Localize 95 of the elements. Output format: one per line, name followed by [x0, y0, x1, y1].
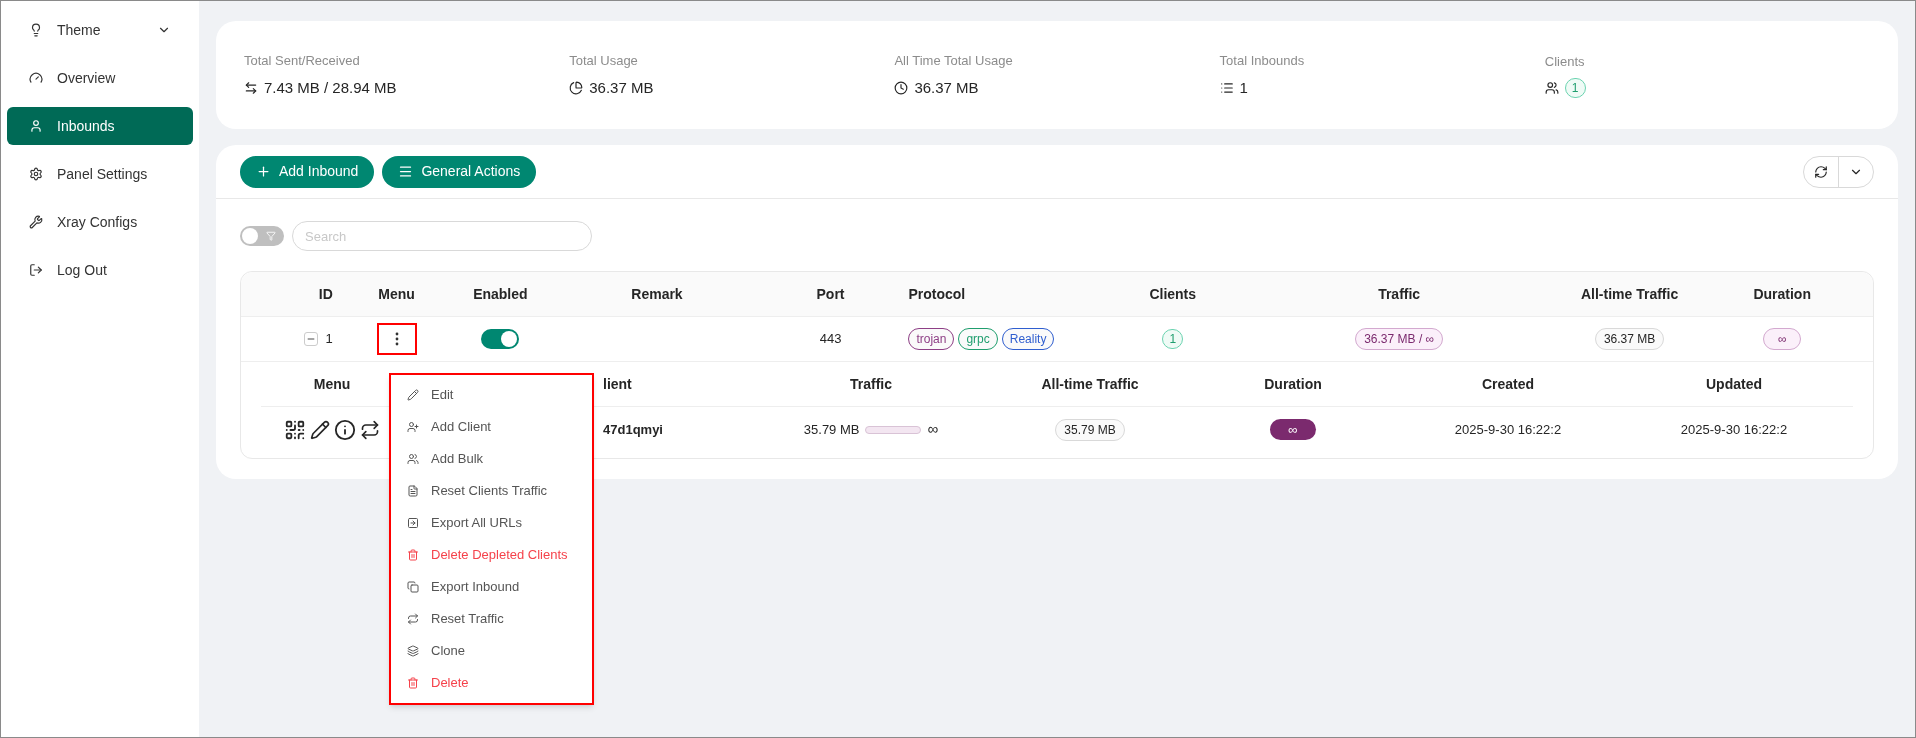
stat-value: 36.37 MB — [914, 77, 979, 98]
column-header: Updated — [1706, 374, 1762, 394]
column-header: Remark — [631, 284, 683, 304]
column-header: Created — [1481, 374, 1535, 394]
menu-item[interactable]: Delete Depleted Clients — [391, 539, 592, 571]
protocol-tag: Reality — [1001, 328, 1055, 350]
column-header: Clients — [1149, 284, 1197, 304]
stat-label: Total Usage — [569, 52, 639, 70]
protocol-tag: trojan — [908, 328, 955, 350]
column-header: ID — [318, 284, 333, 304]
sidebar-icon — [29, 71, 43, 85]
client-name: 47d1qmyi — [603, 420, 663, 439]
stat-label: Total Sent/Received — [244, 52, 361, 70]
menu-item[interactable]: Delete — [391, 667, 592, 699]
stat-icon — [569, 80, 584, 95]
sidebar-icon — [29, 263, 43, 277]
menu-item-icon — [407, 517, 419, 529]
refresh-icon — [1814, 164, 1828, 179]
menu-item[interactable]: Clone — [391, 635, 592, 667]
stat-icon — [1219, 80, 1234, 95]
table-cell-text: 35.79 MB — [803, 420, 860, 439]
sidebar-icon — [29, 215, 43, 229]
stat-label: Clients — [1544, 53, 1586, 72]
sidebar-item[interactable]: Xray Configs — [7, 203, 193, 241]
menu-item-icon — [407, 389, 419, 401]
column-header: Duration — [1753, 284, 1811, 304]
filter-switch[interactable] — [240, 226, 284, 246]
column-header: Protocol — [908, 284, 966, 304]
toolbar-button[interactable]: Add Inbound — [240, 155, 375, 188]
client-count: 1 — [1162, 329, 1184, 349]
client-count: 1 — [1564, 77, 1586, 98]
menu-item-icon — [407, 453, 419, 465]
sidebar-item[interactable]: Overview — [7, 59, 193, 97]
protocol-tag: grpc — [958, 328, 998, 350]
traffic-tag: 36.37 MB — [1594, 328, 1665, 350]
menu-item[interactable]: Reset Clients Traffic — [391, 475, 592, 507]
more-icon — [394, 332, 399, 346]
menu-icon — [398, 164, 414, 179]
traffic-tag: 36.37 MB / ∞ — [1355, 328, 1444, 350]
menu-item-icon — [407, 549, 419, 561]
column-header: Menu — [378, 284, 415, 304]
sidebar-item[interactable]: Log Out — [7, 251, 193, 289]
collapse-toggle[interactable] — [303, 332, 318, 346]
menu-item-icon — [407, 677, 419, 689]
sidebar-icon — [29, 167, 43, 181]
info-icon — [334, 418, 356, 441]
duration-tag: ∞ — [1762, 328, 1802, 350]
stat-value: 36.37 MB — [589, 77, 654, 98]
plus-icon — [256, 164, 271, 179]
traffic-tag: 35.79 MB — [1055, 418, 1125, 441]
column-header: All-time Traffic — [1580, 284, 1679, 304]
sidebar-icon — [29, 23, 43, 37]
sidebar-icon — [29, 119, 43, 133]
column-header: Menu — [313, 374, 351, 394]
menu-item-icon — [407, 645, 419, 657]
table-cell-text: 2025-9-30 16:22:2 — [1680, 420, 1788, 439]
sidebar-item[interactable]: Theme — [7, 11, 193, 49]
stat-icon — [1544, 80, 1559, 95]
column-header: Traffic — [1378, 284, 1421, 304]
table-cell-text: 443 — [819, 330, 842, 349]
menu-item[interactable]: Export Inbound — [391, 571, 592, 603]
duration-tag: ∞ — [1270, 418, 1316, 441]
menu-item[interactable]: Reset Traffic — [391, 603, 592, 635]
column-header: Enabled — [473, 284, 528, 304]
menu-item[interactable]: Add Bulk — [391, 443, 592, 475]
menu-item-icon — [407, 581, 419, 593]
table-cell-text: ∞ — [927, 419, 939, 440]
filter-icon — [266, 231, 276, 241]
column-header: Traffic — [850, 374, 892, 394]
menu-item[interactable]: Export All URLs — [391, 507, 592, 539]
column-header: Port — [816, 284, 845, 304]
row-menu-button[interactable] — [376, 323, 417, 355]
sidebar-item[interactable]: Panel Settings — [7, 155, 193, 193]
stat-value: 7.43 MB / 28.94 MB — [264, 77, 397, 98]
repeat-icon — [360, 419, 380, 440]
column-header: Duration — [1264, 374, 1322, 394]
qr-code-icon — [284, 418, 306, 441]
toolbar-button[interactable]: General Actions — [382, 155, 537, 188]
column-header: lient — [603, 374, 632, 394]
table-cell-text: 1 — [325, 330, 333, 349]
stat-icon — [894, 80, 909, 95]
menu-item-icon — [407, 485, 419, 497]
stat-icon — [244, 80, 258, 95]
column-header: All-time Traffic — [1041, 374, 1139, 394]
stat-label: Total Inbounds — [1219, 52, 1306, 70]
menu-item[interactable]: Add Client — [391, 411, 592, 443]
stat-label: All Time Total Usage — [894, 52, 1014, 70]
menu-item[interactable]: Edit — [391, 379, 592, 411]
enabled-switch[interactable] — [481, 329, 520, 349]
stat-value: 1 — [1239, 77, 1248, 98]
edit-icon — [310, 419, 330, 440]
menu-item-icon — [407, 421, 419, 433]
table-cell-text: 2025-9-30 16:22:2 — [1454, 420, 1562, 439]
menu-item-icon — [407, 613, 419, 625]
sidebar-item[interactable]: Inbounds — [7, 107, 193, 145]
